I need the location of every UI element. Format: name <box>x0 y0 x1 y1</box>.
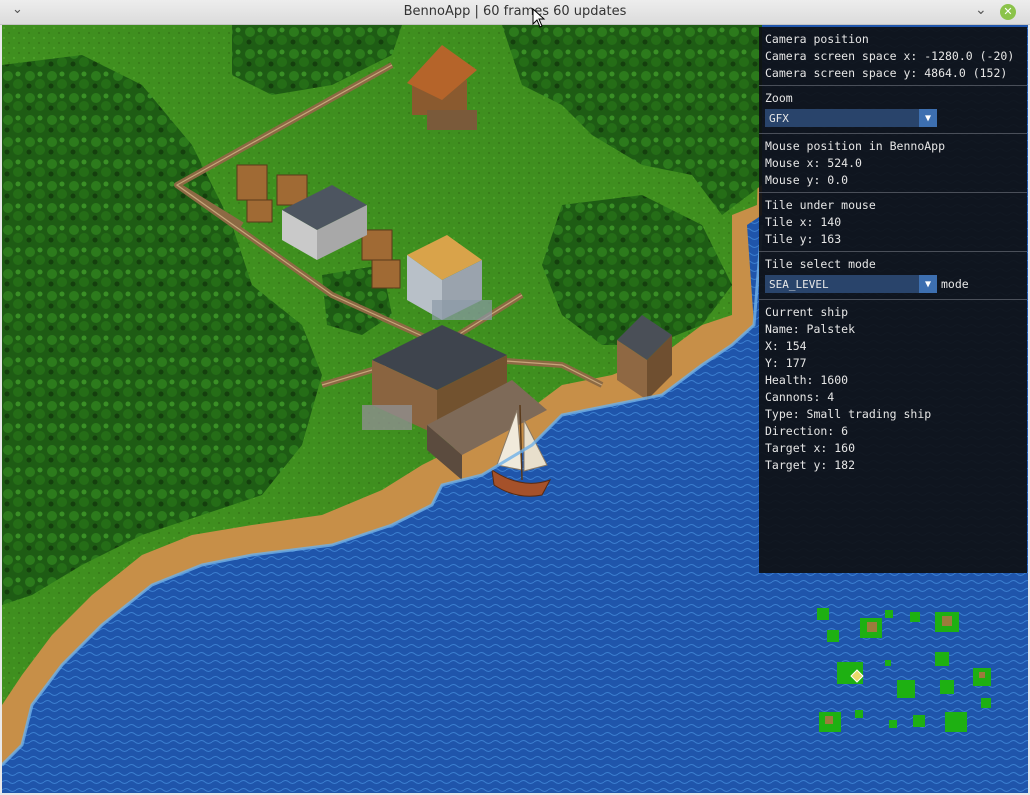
mouse-x: Mouse x: 524.0 <box>765 156 862 170</box>
camera-screen-y: Camera screen space y: 4864.0 (152) <box>765 66 1008 80</box>
ship-cannons: Cannons: 4 <box>765 390 835 404</box>
window-title: BennoApp | 60 frames 60 updates <box>403 4 627 19</box>
select-mode-label: mode <box>941 277 969 291</box>
tile-section: Tile under mouse Tile x: 140 Tile y: 163 <box>759 193 1027 252</box>
chevron-down-icon[interactable]: ▼ <box>919 275 937 293</box>
ship-direction: Direction: 6 <box>765 424 849 438</box>
mouse-cursor-icon <box>532 8 546 28</box>
ship-name: Name: Palstek <box>765 322 856 336</box>
tile-y: Tile y: 163 <box>765 232 842 246</box>
ship-type: Type: Small trading ship <box>765 407 932 421</box>
zoom-heading: Zoom <box>765 91 793 105</box>
chevron-down-icon[interactable]: ▼ <box>919 109 937 127</box>
camera-screen-x: Camera screen space x: -1280.0 (-20) <box>765 49 1015 63</box>
ship-y: Y: 177 <box>765 356 807 370</box>
mouse-section: Mouse position in BennoApp Mouse x: 524.… <box>759 134 1027 193</box>
select-mode-value[interactable]: SEA_LEVEL <box>765 275 919 293</box>
zoom-select[interactable]: GFX ▼ <box>765 109 1021 127</box>
close-icon[interactable]: ✕ <box>1000 4 1016 20</box>
select-mode-select[interactable]: SEA_LEVEL ▼ mode <box>765 275 1021 293</box>
camera-heading: Camera position <box>765 32 869 46</box>
minimap[interactable] <box>805 600 1005 750</box>
camera-section: Camera position Camera screen space x: -… <box>759 27 1027 86</box>
select-mode-section: Tile select mode SEA_LEVEL ▼ mode <box>759 252 1027 300</box>
debug-panel: Camera position Camera screen space x: -… <box>759 27 1027 573</box>
ship-x: X: 154 <box>765 339 807 353</box>
tile-heading: Tile under mouse <box>765 198 876 212</box>
ship-target-x: Target x: 160 <box>765 441 856 455</box>
ship-heading: Current ship <box>765 305 849 319</box>
zoom-select-value[interactable]: GFX <box>765 109 919 127</box>
ship-target-y: Target y: 182 <box>765 458 856 472</box>
zoom-section: Zoom GFX ▼ <box>759 86 1027 134</box>
select-mode-heading: Tile select mode <box>765 257 876 271</box>
window-titlebar: ⌄ BennoApp | 60 frames 60 updates ⌄ ✕ <box>0 0 1030 25</box>
tile-x: Tile x: 140 <box>765 215 842 229</box>
ship-health: Health: 1600 <box>765 373 849 387</box>
ship-section: Current ship Name: Palstek X: 154 Y: 177… <box>759 300 1027 477</box>
mouse-heading: Mouse position in BennoApp <box>765 139 946 153</box>
mouse-y: Mouse y: 0.0 <box>765 173 849 187</box>
minimize-icon[interactable]: ⌄ <box>975 2 987 18</box>
